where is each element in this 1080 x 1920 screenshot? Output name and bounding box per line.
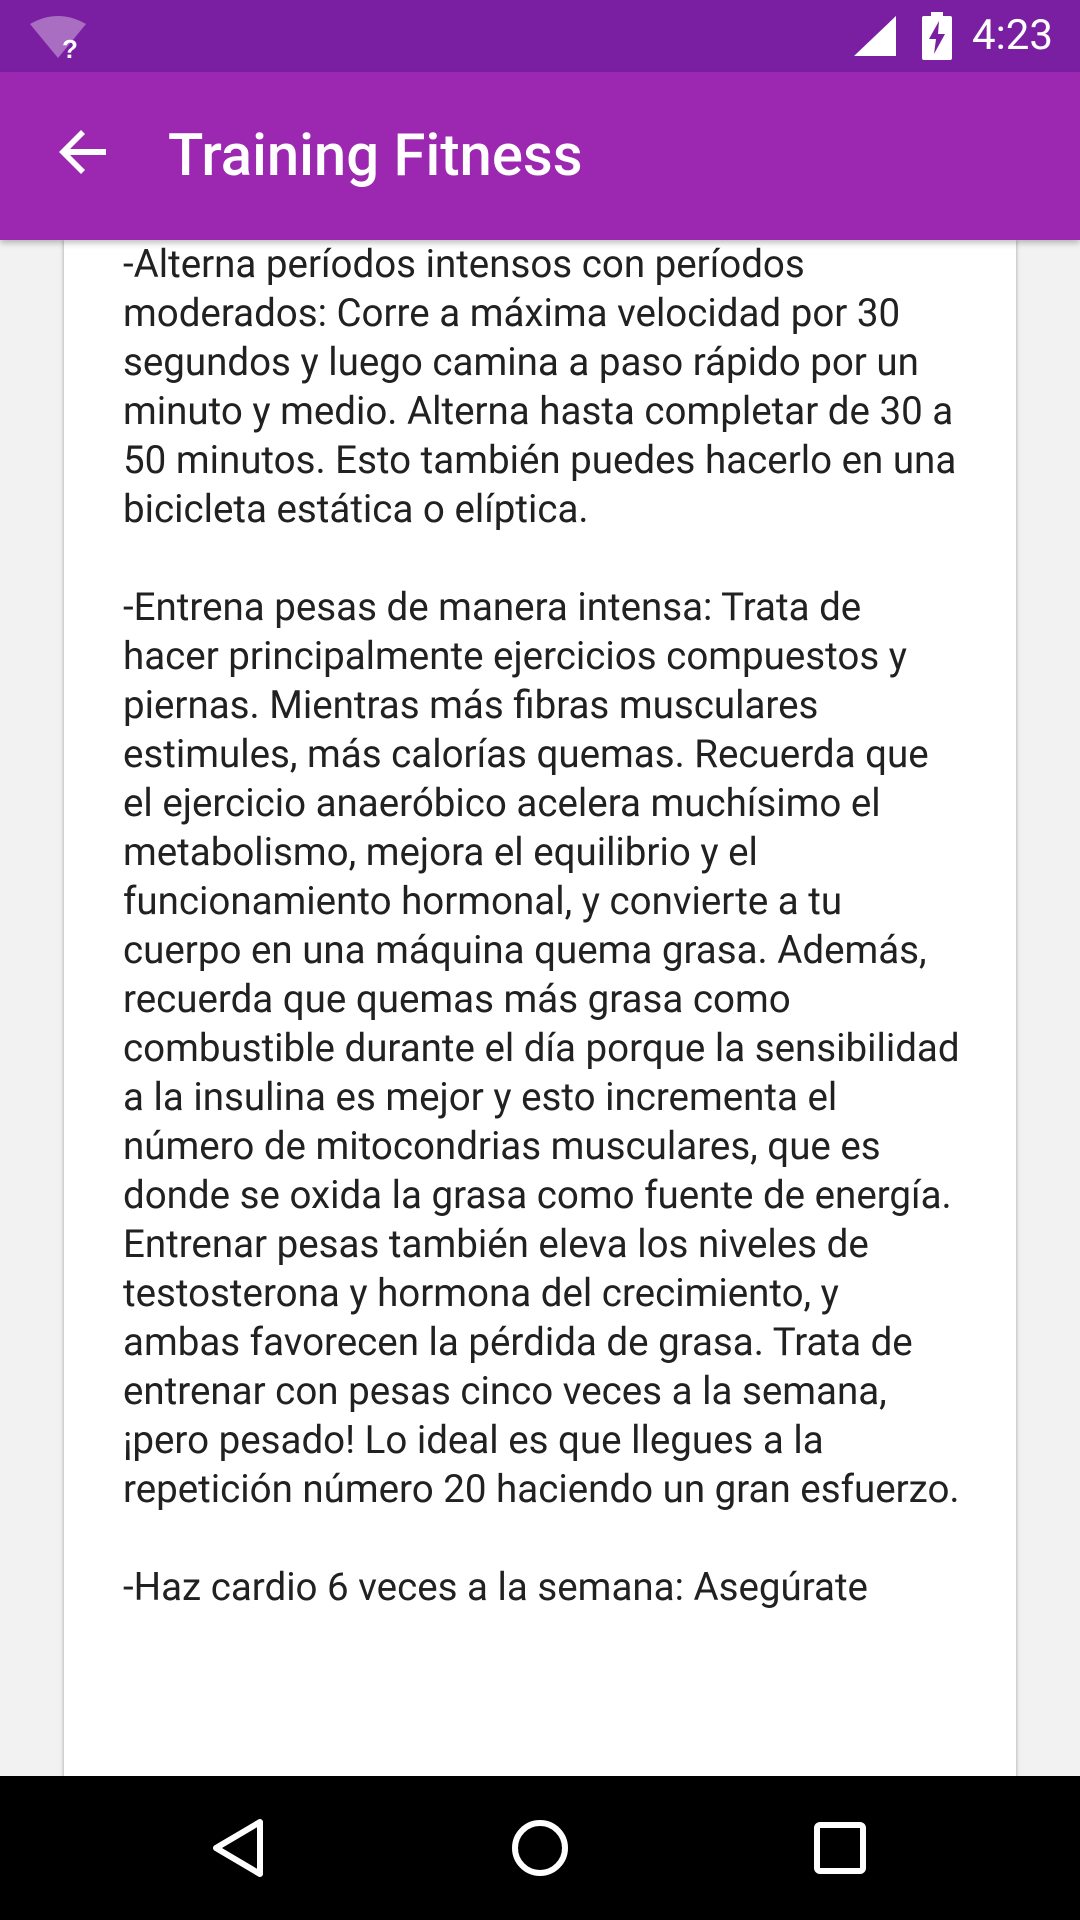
paragraph-2: -Entrena pesas de manera intensa: Trata … [123,585,970,1512]
svg-text:?: ? [62,34,78,60]
paragraph-1: -Alterna períodos intensos con períodos … [123,242,966,532]
arrow-back-icon[interactable] [56,124,112,180]
navigation-bar [0,1776,1080,1920]
app-bar: Training Fitness [0,72,1080,240]
scroll-content[interactable]: -Alterna períodos intensos con períodos … [0,240,1080,1776]
article-text: -Alterna períodos intensos con períodos … [123,240,963,1612]
back-triangle-icon[interactable] [208,1816,272,1880]
wifi-unknown-icon: ? [30,16,86,60]
status-time: 4:23 [972,11,1053,60]
cell-signal-icon [854,16,896,56]
paragraph-3: -Haz cardio 6 veces a la semana: Asegúra… [123,1565,868,1610]
status-bar: ? 4:23 [0,0,1080,72]
recents-square-icon[interactable] [808,1816,872,1880]
page-title: Training Fitness [168,122,583,190]
article-card: -Alterna períodos intensos con períodos … [64,240,1016,1776]
home-circle-icon[interactable] [508,1816,572,1880]
battery-charging-icon [922,12,952,60]
